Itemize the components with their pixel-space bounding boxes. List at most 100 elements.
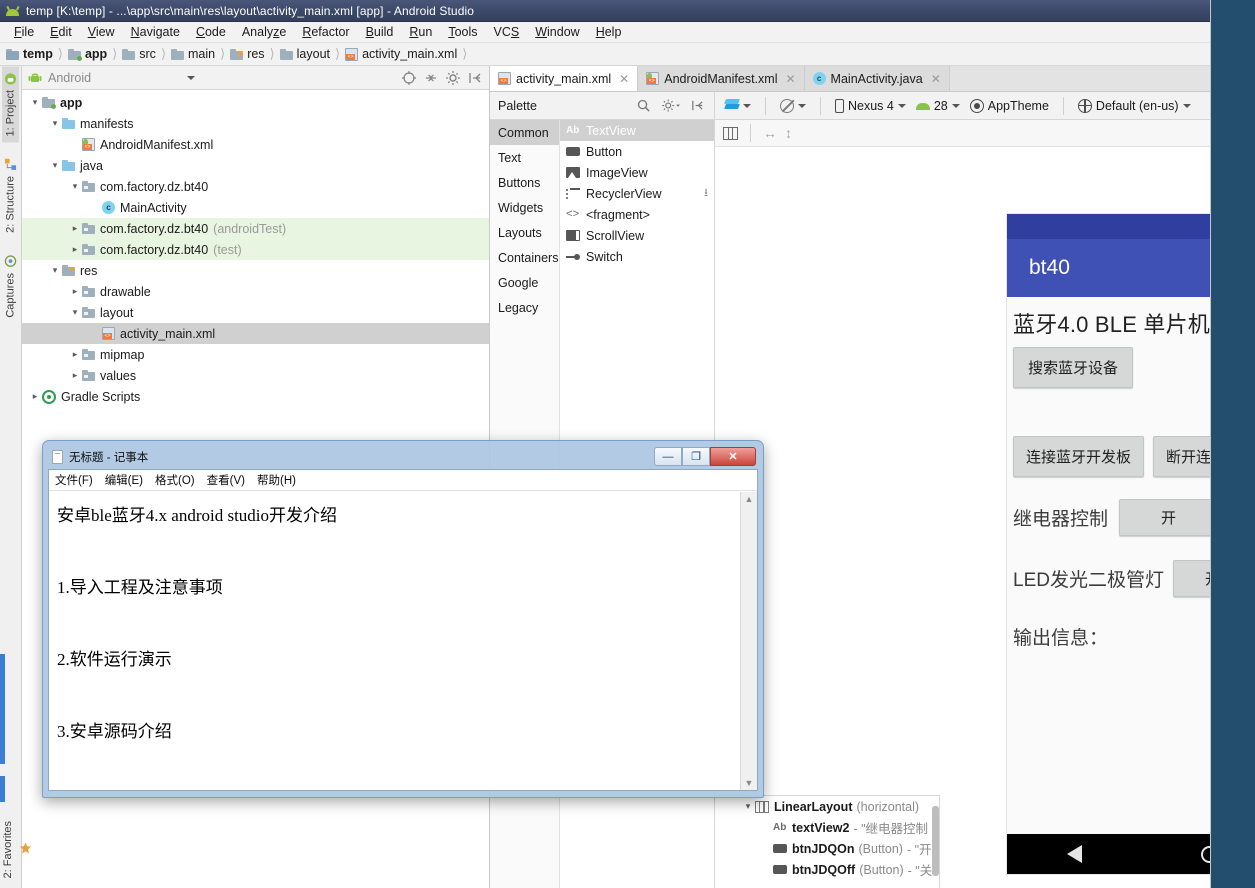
menu-tools[interactable]: Tools: [440, 23, 485, 41]
tree-row[interactable]: Gradle Scripts: [22, 386, 489, 407]
hide-panel-icon[interactable]: [467, 70, 483, 86]
canvas-toolbar[interactable]: ↔ ↕: [715, 120, 1210, 147]
tree-row[interactable]: com.factory.dz.bt40: [22, 176, 489, 197]
notepad-menu-item[interactable]: 帮助(H): [257, 472, 296, 488]
tree-row[interactable]: app: [22, 92, 489, 113]
breadcrumb-item-main[interactable]: main: [171, 47, 215, 61]
breadcrumb-item-temp[interactable]: temp: [6, 47, 53, 61]
gear-icon[interactable]: [445, 70, 461, 86]
expand-arrow-icon[interactable]: [68, 370, 82, 381]
close-icon[interactable]: ✕: [619, 72, 629, 86]
chevron-down-icon[interactable]: [951, 103, 960, 108]
design-canvas[interactable]: 8:00 bt40 蓝牙4.0 BLE 单片机控制 cc254x 搜索蓝牙设备: [715, 147, 1210, 888]
match-height-icon[interactable]: ↕: [785, 125, 792, 141]
notepad-menu-item[interactable]: 格式(O): [155, 472, 195, 488]
expand-arrow-icon[interactable]: [48, 265, 62, 276]
breadcrumb-item-src[interactable]: src: [122, 47, 156, 61]
tree-row[interactable]: com.factory.dz.bt40 (androidTest): [22, 218, 489, 239]
tree-row[interactable]: <> activity_main.xml: [22, 323, 489, 344]
tree-row[interactable]: com.factory.dz.bt40 (test): [22, 239, 489, 260]
breadcrumb-item-app[interactable]: app: [67, 47, 107, 61]
component-tree-row[interactable]: btnJDQOff (Button) - "关: [715, 859, 939, 880]
led-on-button[interactable]: 开: [1172, 560, 1210, 597]
notepad-text-area[interactable]: 安卓ble蓝牙4.x android studio开发介绍 1.导入工程及注意事…: [49, 492, 740, 790]
palette-item-button[interactable]: Button: [560, 141, 714, 162]
design-mode-selector[interactable]: [724, 98, 751, 113]
menu-file[interactable]: File: [6, 23, 42, 41]
component-tree-row[interactable]: LinearLayout(horizontal): [715, 796, 939, 817]
download-icon[interactable]: ⭳: [704, 184, 708, 203]
close-button[interactable]: ✕: [710, 447, 756, 466]
tab-activity-main-xml[interactable]: <> activity_main.xml ✕: [490, 66, 639, 91]
expand-arrow-icon[interactable]: [68, 244, 82, 255]
scroll-up-icon[interactable]: ▲: [745, 494, 754, 504]
palette-category-text[interactable]: Text: [490, 145, 559, 170]
expand-arrow-icon[interactable]: [68, 181, 82, 192]
sidebar-item-structure[interactable]: 2: Structure: [2, 152, 19, 239]
locale-selector[interactable]: Default (en-us): [1077, 98, 1191, 113]
notepad-menu-item[interactable]: 查看(V): [207, 472, 245, 488]
palette-category-google[interactable]: Google: [490, 270, 559, 295]
scan-bluetooth-button[interactable]: 搜索蓝牙设备: [1013, 347, 1134, 388]
expand-arrow-icon[interactable]: [28, 391, 42, 402]
tree-row[interactable]: c MainActivity: [22, 197, 489, 218]
tree-row[interactable]: res: [22, 260, 489, 281]
menu-run[interactable]: Run: [401, 23, 440, 41]
tree-row[interactable]: mipmap: [22, 344, 489, 365]
expand-arrow-icon[interactable]: [48, 118, 62, 129]
breadcrumb-item-file[interactable]: <> activity_main.xml: [345, 47, 457, 61]
api-level-selector[interactable]: 28: [915, 99, 960, 113]
close-icon[interactable]: ✕: [785, 72, 795, 86]
expand-arrow-icon[interactable]: [68, 307, 82, 318]
search-icon[interactable]: [636, 98, 652, 114]
theme-selector[interactable]: AppTheme: [969, 98, 1049, 113]
device-preview[interactable]: 8:00 bt40 蓝牙4.0 BLE 单片机控制 cc254x 搜索蓝牙设备: [1007, 214, 1210, 874]
palette-category-layouts[interactable]: Layouts: [490, 220, 559, 245]
component-tree-row[interactable]: Ab textView2- "继电器控制: [715, 817, 939, 838]
menu-build[interactable]: Build: [358, 23, 402, 41]
device-content[interactable]: 蓝牙4.0 BLE 单片机控制 cc254x 搜索蓝牙设备 连接蓝牙开发板: [1007, 297, 1210, 834]
sidebar-item-favorites[interactable]: 2: Favorites: [0, 815, 34, 884]
palette-category-buttons[interactable]: Buttons: [490, 170, 559, 195]
hide-panel-icon[interactable]: [690, 98, 706, 114]
menu-navigate[interactable]: Navigate: [123, 23, 188, 41]
notepad-window-buttons[interactable]: — ❐ ✕: [654, 447, 756, 466]
connect-button[interactable]: 连接蓝牙开发板: [1013, 436, 1145, 477]
palette-category-widgets[interactable]: Widgets: [490, 195, 559, 220]
editor-tab-bar[interactable]: <> activity_main.xml ✕ <> AndroidManifes…: [490, 66, 1210, 92]
tree-row[interactable]: java: [22, 155, 489, 176]
palette-category-legacy[interactable]: Legacy: [490, 295, 559, 320]
tab-android-manifest-xml[interactable]: <> AndroidManifest.xml ✕: [638, 66, 805, 91]
menu-help[interactable]: Help: [588, 23, 630, 41]
chevron-down-icon[interactable]: [187, 75, 196, 80]
chevron-down-icon[interactable]: [743, 103, 751, 108]
home-icon[interactable]: [1200, 845, 1210, 863]
chevron-down-icon[interactable]: [1182, 103, 1191, 108]
sidebar-item-project[interactable]: 1: Project: [2, 66, 19, 143]
minimize-button[interactable]: —: [654, 447, 682, 466]
layout-columns-icon[interactable]: [723, 126, 738, 140]
scroll-down-icon[interactable]: ▼: [745, 778, 754, 788]
device-navigation-bar[interactable]: [1007, 834, 1210, 874]
notepad-menu-item[interactable]: 编辑(E): [105, 472, 143, 488]
match-width-icon[interactable]: ↔: [763, 125, 777, 141]
palette-item-switch[interactable]: Switch: [560, 246, 714, 267]
expand-arrow-icon[interactable]: [28, 97, 42, 108]
breadcrumb-item-layout[interactable]: layout: [279, 47, 330, 61]
menu-window[interactable]: Window: [527, 23, 587, 41]
breadcrumb[interactable]: temp ⟩ app ⟩ src ⟩ main ⟩ res ⟩ layout ⟩…: [0, 43, 1210, 66]
device-selector[interactable]: Nexus 4: [835, 98, 906, 113]
palette-item-scrollview[interactable]: ScrollView: [560, 225, 714, 246]
menu-code[interactable]: Code: [188, 23, 234, 41]
expand-arrow-icon[interactable]: [68, 223, 82, 234]
menu-bar[interactable]: File Edit View Navigate Code Analyze Ref…: [0, 22, 1210, 43]
palette-item-imageview[interactable]: ImageView: [560, 162, 714, 183]
chevron-down-icon[interactable]: [897, 103, 906, 108]
collapse-all-icon[interactable]: [423, 70, 439, 86]
target-icon[interactable]: [401, 70, 417, 86]
tree-row[interactable]: manifests: [22, 113, 489, 134]
disconnect-button[interactable]: 断开连接: [1153, 436, 1210, 477]
menu-vcs[interactable]: VCS: [486, 23, 528, 41]
menu-edit[interactable]: Edit: [42, 23, 80, 41]
close-icon[interactable]: ✕: [931, 72, 941, 86]
